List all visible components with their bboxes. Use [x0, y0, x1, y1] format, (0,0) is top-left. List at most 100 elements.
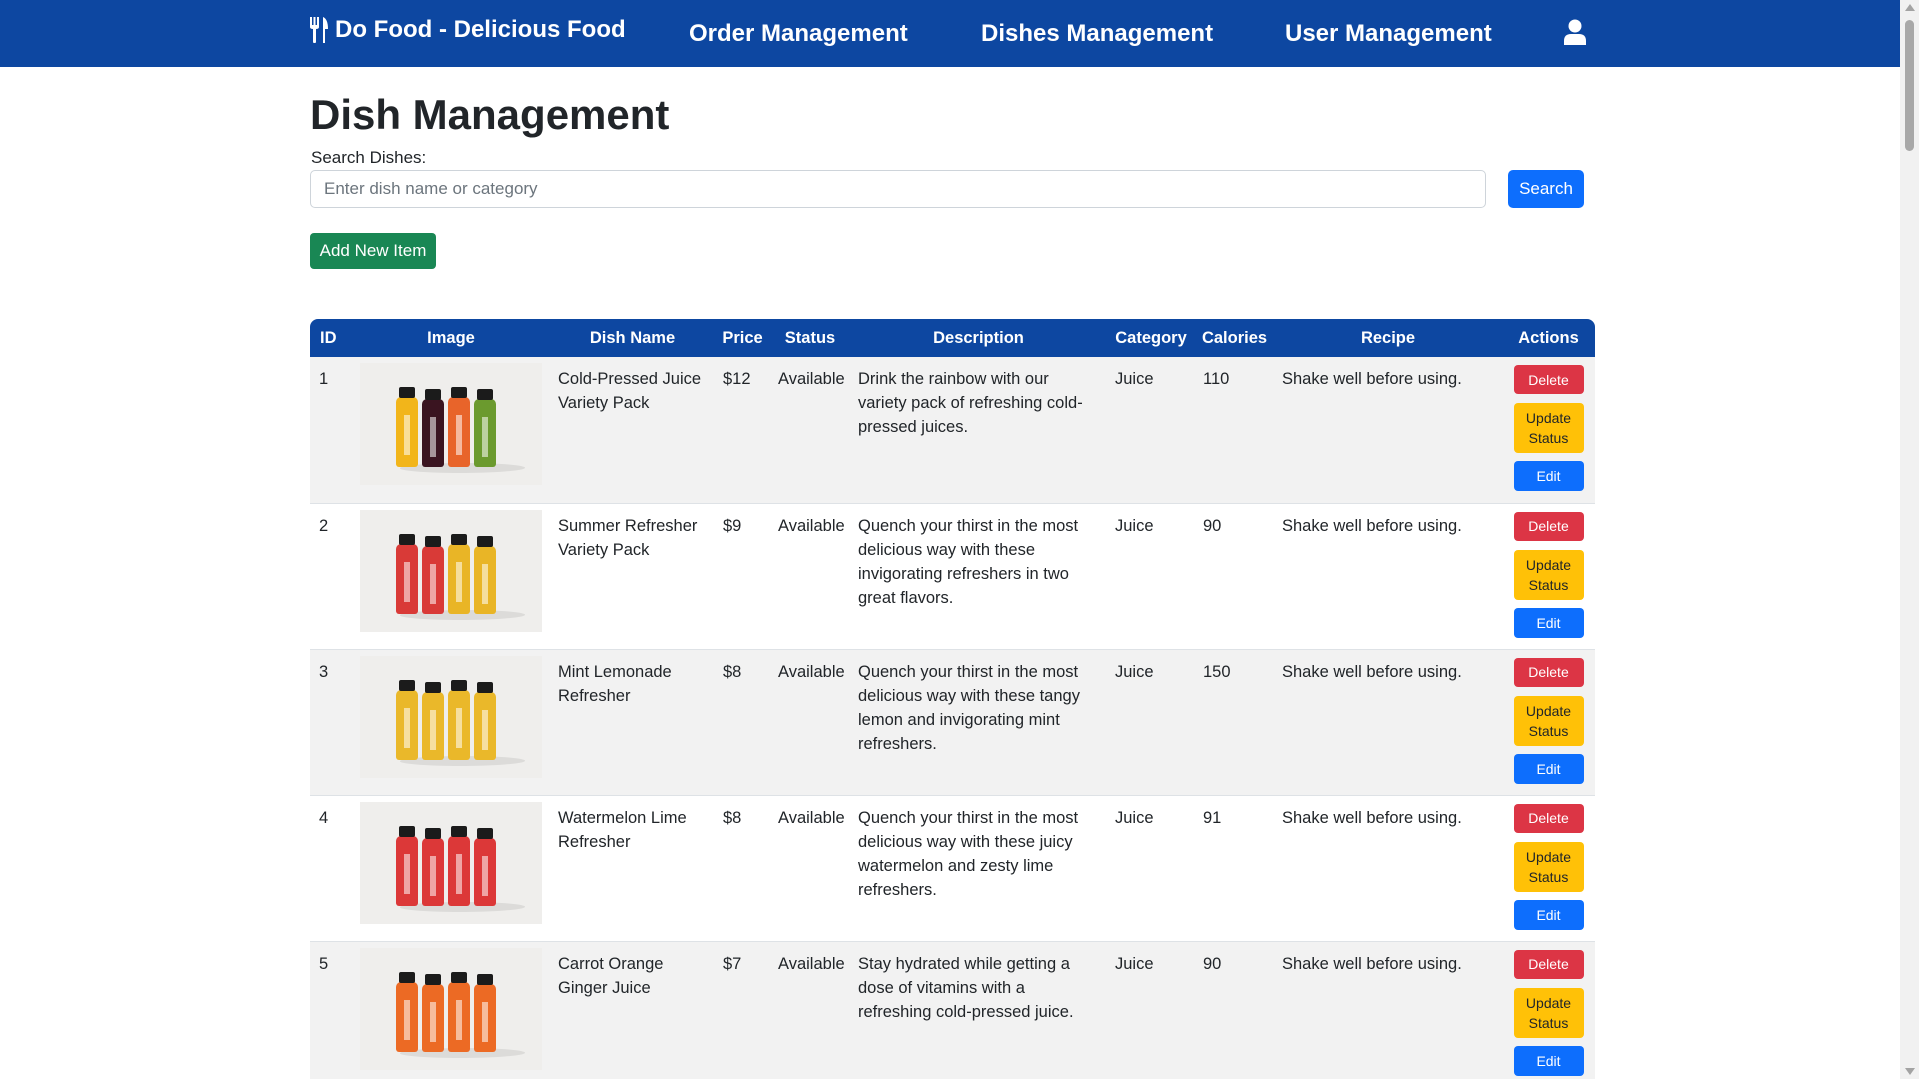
cell-id: 5 [319, 954, 329, 973]
cell-category: Juice [1115, 954, 1154, 973]
cell-calories: 91 [1203, 808, 1222, 827]
header-calories[interactable]: Calories [1195, 319, 1274, 357]
delete-button[interactable]: Delete [1513, 657, 1584, 687]
cell-price: $7 [723, 954, 742, 973]
page-scrollbar[interactable] [1900, 0, 1919, 1079]
fork-knife-icon [310, 17, 328, 43]
dish-image [360, 801, 542, 924]
cell-id: 1 [319, 370, 329, 388]
update-status-button[interactable]: Update Status [1513, 841, 1584, 892]
dishes-table: ID Image Dish Name Price Status Descript… [310, 319, 1595, 1079]
update-status-button[interactable]: Update Status [1513, 987, 1584, 1038]
cell-description: Drink the rainbow with our variety pack … [858, 370, 1083, 436]
cell-id: 4 [319, 808, 329, 827]
cell-actions: Delete Update Status Edit [1502, 357, 1595, 503]
header-status[interactable]: Status [770, 319, 850, 357]
header-price[interactable]: Price [715, 319, 770, 357]
bottle-shape [448, 387, 470, 467]
header-category[interactable]: Category [1107, 319, 1195, 357]
cell-dish-name: Watermelon Lime Refresher [558, 808, 687, 851]
bottle-shape [474, 535, 496, 614]
bottle-shape [474, 681, 496, 760]
brand-text: Do Food - Delicious Food [335, 16, 626, 43]
bottle-shape [422, 681, 444, 760]
cell-actions: Delete Update Status Edit [1502, 795, 1595, 941]
nav-dishes-management[interactable]: Dishes Management [981, 20, 1213, 48]
nav-user-management[interactable]: User Management [1285, 20, 1492, 48]
nav-order-management[interactable]: Order Management [689, 20, 908, 48]
brand-link[interactable]: Do Food - Delicious Food [309, 16, 626, 44]
cell-actions: Delete Update Status Edit [1502, 649, 1595, 795]
scrollbar-thumb[interactable] [1905, 20, 1914, 151]
header-recipe[interactable]: Recipe [1274, 319, 1502, 357]
cell-actions: Delete Update Status Edit [1502, 941, 1595, 1079]
cell-recipe: Shake well before using. [1282, 516, 1462, 535]
cell-dish-name: Mint Lemonade Refresher [558, 662, 672, 705]
cell-status: Available [778, 370, 845, 388]
page-title: Dish Management [310, 91, 670, 138]
header-id[interactable]: ID [310, 319, 352, 357]
user-icon[interactable] [1564, 19, 1586, 50]
cell-description: Stay hydrated while getting a dose of vi… [858, 954, 1074, 1021]
cell-category: Juice [1115, 662, 1154, 681]
cell-id: 3 [319, 662, 329, 681]
cell-price: $12 [723, 370, 751, 388]
cell-description: Quench your thirst in the most delicious… [858, 662, 1080, 753]
bottle-shape [422, 535, 444, 614]
header-actions: Actions [1518, 328, 1579, 347]
bottle-shape [474, 973, 496, 1052]
table-row: 4 Watermelon Lime Refresher $8 Available Que… [310, 795, 1595, 941]
edit-button[interactable]: Edit [1513, 899, 1584, 930]
table-row: 2 Summer Refresher Variety Pack $9 Availabl… [310, 503, 1595, 649]
add-new-item-button[interactable]: Add New Item [310, 233, 436, 269]
edit-button[interactable]: Edit [1513, 753, 1584, 784]
search-button[interactable]: Search [1508, 170, 1584, 208]
delete-button[interactable]: Delete [1513, 511, 1584, 541]
cell-dish-name: Carrot Orange Ginger Juice [558, 954, 664, 997]
cell-recipe: Shake well before using. [1282, 662, 1462, 681]
search-input[interactable] [310, 170, 1486, 208]
bottle-shape [448, 825, 470, 906]
cell-id: 2 [319, 516, 329, 535]
delete-button[interactable]: Delete [1513, 949, 1584, 979]
bottle-shape [448, 971, 470, 1052]
cell-status: Available [778, 954, 845, 973]
table-header-row: ID Image Dish Name Price Status Descript… [310, 319, 1595, 357]
cell-dish-name: Cold-Pressed Juice Variety Pack [558, 370, 702, 412]
cell-recipe: Shake well before using. [1282, 370, 1462, 388]
cell-dish-name: Summer Refresher Variety Pack [558, 516, 698, 559]
search-label: Search Dishes: [311, 148, 427, 167]
bottle-shape [422, 389, 444, 467]
cell-description: Quench your thirst in the most delicious… [858, 516, 1079, 607]
table-row: 5 Carrot Orange Ginger Juice $7 Available St… [310, 941, 1595, 1079]
update-status-button[interactable]: Update Status [1513, 403, 1584, 453]
cell-category: Juice [1115, 370, 1154, 388]
update-status-button[interactable]: Update Status [1513, 695, 1584, 746]
edit-button[interactable]: Edit [1513, 461, 1584, 491]
table-row: 1 Cold-Pressed Juice Variety Pack $12 Avail… [310, 357, 1595, 503]
cell-description: Quench your thirst in the most delicious… [858, 808, 1079, 899]
scroll-up-arrow-icon[interactable] [1905, 4, 1915, 11]
dish-image [360, 363, 542, 485]
delete-button[interactable]: Delete [1513, 803, 1584, 833]
cell-calories: 110 [1203, 370, 1230, 388]
cell-recipe: Shake well before using. [1282, 808, 1462, 827]
update-status-button[interactable]: Update Status [1513, 549, 1584, 600]
dishes-table-container: ID Image Dish Name Price Status Descript… [310, 319, 1595, 1079]
bottle-shape [396, 387, 418, 467]
bottle-shape [396, 679, 418, 760]
bottle-shape [396, 533, 418, 614]
scroll-down-arrow-icon[interactable] [1905, 1068, 1915, 1075]
bottle-shape [474, 827, 496, 906]
cell-category: Juice [1115, 808, 1154, 827]
cell-actions: Delete Update Status Edit [1502, 503, 1595, 649]
header-description[interactable]: Description [850, 319, 1107, 357]
header-image[interactable]: Image [352, 319, 550, 357]
dish-image [360, 509, 542, 632]
table-body: 1 Cold-Pressed Juice Variety Pack $12 Avail… [310, 357, 1595, 1079]
delete-button[interactable]: Delete [1513, 365, 1584, 394]
edit-button[interactable]: Edit [1513, 607, 1584, 638]
edit-button[interactable]: Edit [1513, 1045, 1584, 1076]
bottle-shape [448, 679, 470, 760]
header-dish-name[interactable]: Dish Name [550, 319, 715, 357]
